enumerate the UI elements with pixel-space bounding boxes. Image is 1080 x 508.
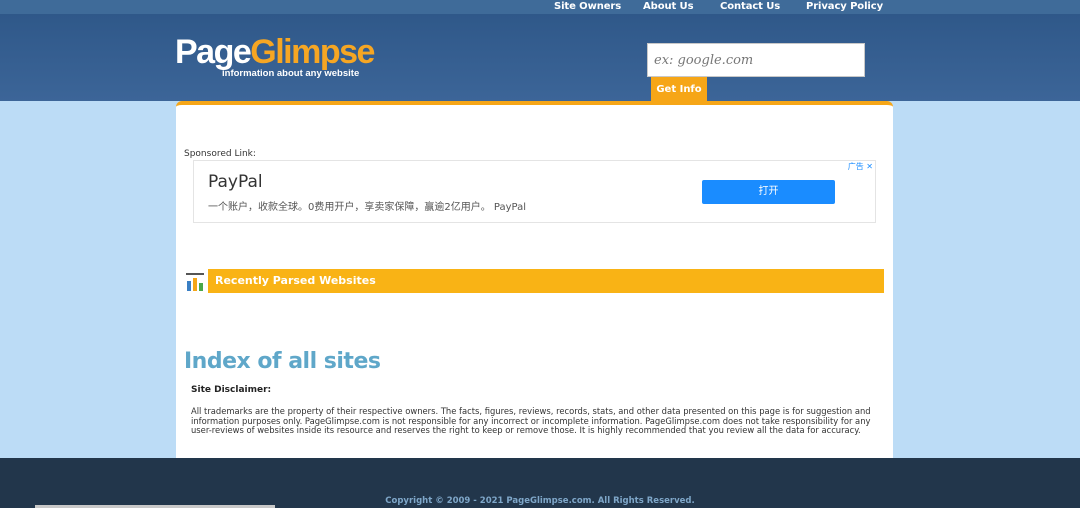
nav-privacy-policy[interactable]: Privacy Policy bbox=[806, 0, 883, 14]
site-logo[interactable]: PageGlimpse information about any websit… bbox=[175, 33, 375, 79]
main-content: Sponsored Link: 广告 ✕ PayPal 一个账户，收款全球。0费… bbox=[176, 101, 893, 468]
ad-open-button[interactable]: 打开 bbox=[702, 180, 835, 204]
nav-about-us[interactable]: About Us bbox=[643, 0, 694, 14]
logo-part-glimpse: Glimpse bbox=[250, 33, 375, 71]
search-input[interactable] bbox=[647, 43, 865, 77]
recently-parsed-header: Recently Parsed Websites bbox=[208, 269, 884, 293]
ad-description: 一个账户，收款全球。0费用开户，享卖家保障，赢逾2亿用户。 PayPal bbox=[208, 202, 527, 213]
sponsored-label: Sponsored Link: bbox=[184, 149, 256, 159]
get-info-button[interactable]: Get Info bbox=[651, 77, 707, 101]
logo-part-page: Page bbox=[175, 33, 252, 71]
index-title[interactable]: Index of all sites bbox=[184, 349, 381, 374]
disclaimer-text: All trademarks are the property of their… bbox=[191, 406, 871, 436]
logo-tagline: information about any website bbox=[222, 68, 360, 79]
disclaimer-title: Site Disclaimer: bbox=[191, 385, 272, 395]
bar-chart-icon bbox=[186, 273, 204, 291]
ad-close-icon[interactable]: 广告 ✕ bbox=[848, 161, 873, 172]
nav-site-owners[interactable]: Site Owners bbox=[554, 0, 621, 14]
site-header: PageGlimpse information about any websit… bbox=[0, 14, 1080, 101]
ad-box[interactable]: 广告 ✕ PayPal 一个账户，收款全球。0费用开户，享卖家保障，赢逾2亿用户… bbox=[193, 160, 876, 223]
ad-title[interactable]: PayPal bbox=[208, 172, 263, 192]
top-nav: Site Owners About Us Contact Us Privacy … bbox=[0, 0, 1080, 14]
site-footer: Copyright © 2009 - 2021 PageGlimpse.com.… bbox=[0, 458, 1080, 508]
nav-contact-us[interactable]: Contact Us bbox=[720, 0, 780, 14]
